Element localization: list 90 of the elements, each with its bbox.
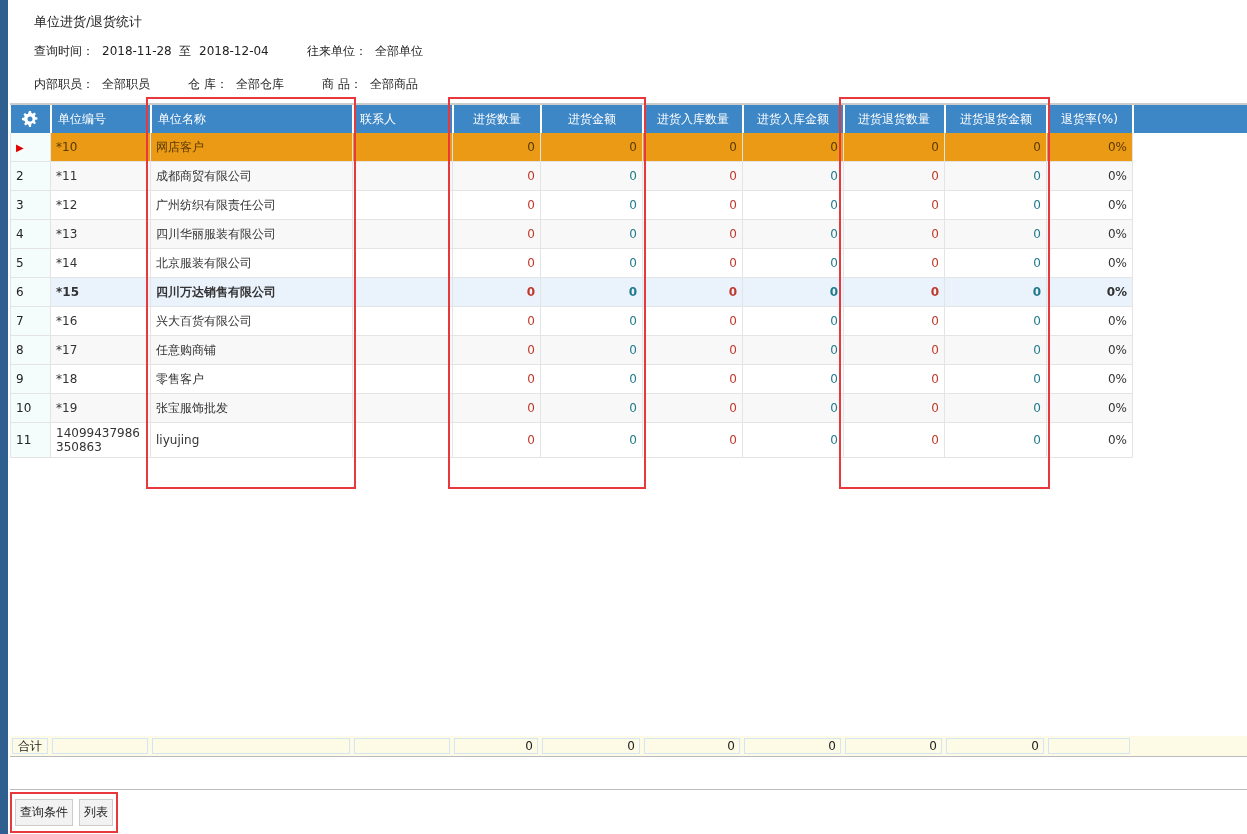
table-cell: 0: [642, 422, 743, 458]
table-cell: 0: [452, 277, 541, 307]
table-cell: 0: [540, 422, 643, 458]
table-cell: 0: [843, 335, 945, 365]
table-cell: 0: [452, 133, 541, 162]
table-cell: 0: [843, 133, 945, 162]
table-cell: 张宝服饰批发: [150, 393, 353, 423]
column-header[interactable]: 进货金额: [540, 105, 643, 133]
table-cell: 0: [944, 393, 1047, 423]
table-cell: 0: [843, 219, 945, 249]
settings-icon[interactable]: [22, 111, 38, 127]
table-cell: 0: [944, 190, 1047, 220]
toolbar-button[interactable]: 查询条件: [15, 799, 73, 826]
filter-label: 商 品：: [321, 76, 362, 93]
total-cell: 0: [845, 738, 942, 754]
table-cell: 0: [944, 219, 1047, 249]
filter-value: 全部单位: [374, 43, 423, 60]
total-cell: 0: [454, 738, 538, 754]
table-cell: 0: [944, 133, 1047, 162]
row-header[interactable]: 11: [10, 422, 51, 458]
table-cell: liyujing: [150, 422, 353, 458]
table-cell: 兴大百货有限公司: [150, 306, 353, 336]
totals-label: 合计: [12, 738, 48, 754]
table-cell: 0: [540, 306, 643, 336]
row-header[interactable]: 10: [10, 393, 51, 423]
table-cell: 0: [452, 335, 541, 365]
filter-value: 2018-11-28 至 2018-12-04: [102, 43, 269, 60]
row-header[interactable]: 3: [10, 190, 51, 220]
table-cell: 网店客户: [150, 133, 353, 162]
table-cell: 0: [742, 133, 844, 162]
column-header[interactable]: 进货数量: [452, 105, 541, 133]
table-cell: 0: [843, 393, 945, 423]
table-cell: 0: [540, 161, 643, 191]
table-cell: 任意购商铺: [150, 335, 353, 365]
column-header[interactable]: 单位名称: [150, 105, 353, 133]
table-cell: 零售客户: [150, 364, 353, 394]
total-cell: 0: [946, 738, 1044, 754]
filter-label: 内部职员：: [34, 76, 94, 93]
row-header[interactable]: 8: [10, 335, 51, 365]
table-cell: 0: [540, 248, 643, 278]
row-header[interactable]: ▶: [10, 133, 51, 162]
table-cell: 0: [944, 422, 1047, 458]
toolbar-button[interactable]: 列表: [79, 799, 113, 826]
table-cell: 成都商贸有限公司: [150, 161, 353, 191]
column-header[interactable]: 单位编号: [50, 105, 151, 133]
table-cell: 0: [540, 219, 643, 249]
row-header[interactable]: 7: [10, 306, 51, 336]
table-cell: 0: [843, 277, 945, 307]
table-cell: 0%: [1046, 422, 1133, 458]
filter-value: 全部职员: [102, 76, 150, 93]
column-header[interactable]: 进货退货数量: [843, 105, 945, 133]
table-cell: 0: [944, 306, 1047, 336]
filter-label: 往来单位：: [306, 43, 367, 60]
row-header[interactable]: 9: [10, 364, 51, 394]
table-cell: 0: [452, 219, 541, 249]
filter-value: 全部仓库: [235, 76, 284, 93]
table-cell: 0: [452, 161, 541, 191]
table-cell: 0: [843, 161, 945, 191]
row-header[interactable]: 2: [10, 161, 51, 191]
table-cell: 0: [944, 248, 1047, 278]
table-cell: 0: [944, 277, 1047, 307]
total-cell: 0: [542, 738, 640, 754]
table-cell: 0: [540, 133, 643, 162]
table-cell: 0%: [1046, 133, 1133, 162]
table-cell: 北京服装有限公司: [150, 248, 353, 278]
row-header[interactable]: 6: [10, 277, 51, 307]
table-cell: 广州纺织有限责任公司: [150, 190, 353, 220]
table-cell: 0: [944, 335, 1047, 365]
table-cell: 0: [540, 190, 643, 220]
table-cell: 四川万达销售有限公司: [150, 277, 353, 307]
filter-label: 查询时间：: [34, 43, 94, 60]
column-header[interactable]: 进货入库金额: [742, 105, 844, 133]
table-cell: 0: [540, 277, 643, 307]
total-cell: 0: [644, 738, 740, 754]
table-cell: 四川华丽服装有限公司: [150, 219, 353, 249]
table-cell: 0: [452, 393, 541, 423]
page-title: 单位进货/退货统计: [33, 13, 144, 31]
table-cell: 0: [944, 364, 1047, 394]
table-cell: 0: [540, 364, 643, 394]
table-cell: 0: [642, 133, 743, 162]
row-header[interactable]: 4: [10, 219, 51, 249]
column-header[interactable]: 进货退货金额: [944, 105, 1047, 133]
row-header[interactable]: 5: [10, 248, 51, 278]
filter-label: 仓 库：: [188, 76, 228, 93]
table-cell: 0: [944, 161, 1047, 191]
table-cell: *10: [50, 133, 151, 162]
total-cell: 0: [744, 738, 841, 754]
filter-value: 全部商品: [369, 76, 418, 93]
table-cell: 0: [540, 393, 643, 423]
table-cell: 0: [540, 335, 643, 365]
